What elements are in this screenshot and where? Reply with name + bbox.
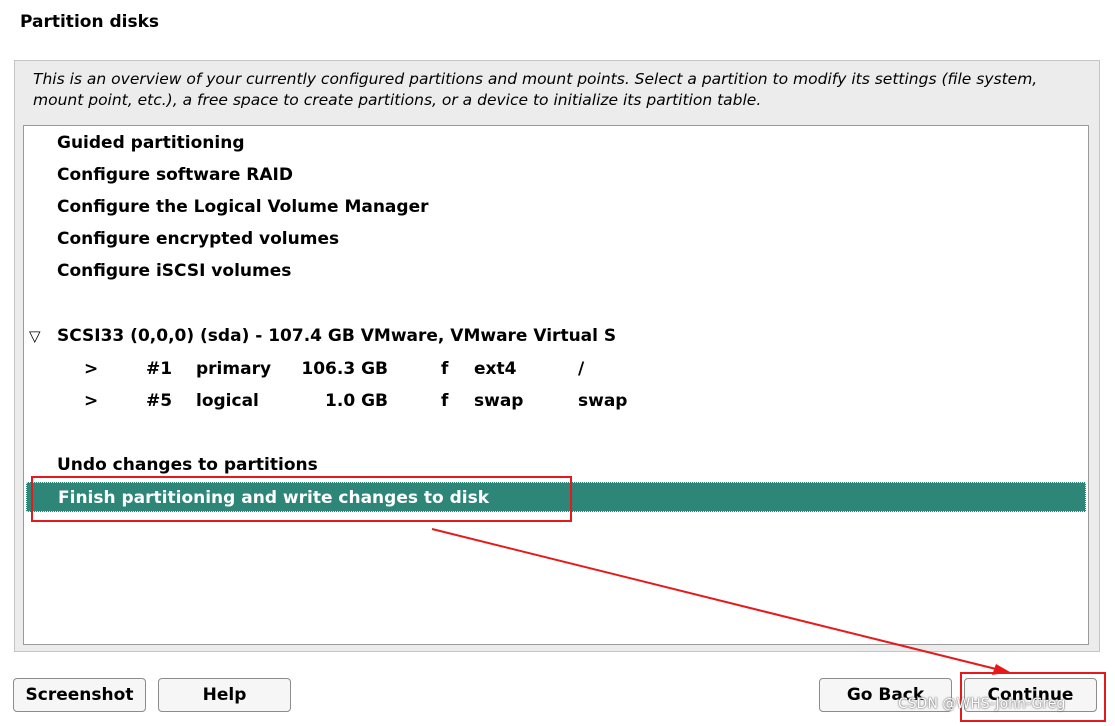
screenshot-button[interactable]: Screenshot (13, 678, 146, 712)
menu-item-iscsi-volumes[interactable]: Configure iSCSI volumes (26, 256, 1086, 286)
page-title: Partition disks (20, 12, 160, 32)
menu-item-label: Configure the Logical Volume Manager (57, 197, 429, 217)
partition-type: primary (196, 359, 272, 379)
partition-format-flag: f (441, 359, 449, 379)
menu-item-label: Configure encrypted volumes (57, 229, 340, 249)
menu-item-label: Configure iSCSI volumes (57, 261, 292, 281)
watermark: CSDN @WHS-John-Greg (898, 696, 1066, 712)
partition-format-flag: f (441, 391, 449, 411)
partition-number: #5 (146, 391, 173, 411)
partition-mount-point: / (578, 359, 585, 379)
expand-arrow-icon: > (84, 391, 99, 411)
menu-item-lvm[interactable]: Configure the Logical Volume Manager (26, 192, 1086, 222)
partition-panel: This is an overview of your currently co… (14, 60, 1100, 652)
menu-item-finish-partitioning[interactable]: Finish partitioning and write changes to… (26, 482, 1086, 512)
expand-arrow-icon: > (84, 359, 99, 379)
menu-item-label: Guided partitioning (57, 133, 245, 153)
collapse-triangle-icon[interactable]: ▽ (29, 321, 41, 351)
partition-mount-point: swap (578, 391, 628, 411)
partition-number: #1 (146, 359, 173, 379)
menu-item-label: Undo changes to partitions (57, 455, 318, 475)
partition-row-1[interactable]: > #1 primary 106.3 GB f ext4 / (26, 354, 1086, 384)
intro-text: This is an overview of your currently co… (33, 70, 1038, 109)
partition-filesystem: swap (474, 391, 524, 411)
partition-type: logical (196, 391, 259, 411)
partition-size: 106.3 GB (301, 359, 388, 379)
partition-size: 1.0 GB (325, 391, 388, 411)
disk-label: SCSI33 (0,0,0) (sda) - 107.4 GB VMware, … (57, 326, 617, 346)
partition-list[interactable]: Guided partitioning Configure software R… (23, 125, 1089, 645)
help-button[interactable]: Help (158, 678, 291, 712)
menu-item-guided-partitioning[interactable]: Guided partitioning (26, 128, 1086, 158)
partition-filesystem: ext4 (474, 359, 517, 379)
disk-row-sda[interactable]: ▽ SCSI33 (0,0,0) (sda) - 107.4 GB VMware… (26, 321, 1086, 351)
menu-item-undo-changes[interactable]: Undo changes to partitions (26, 450, 1086, 480)
menu-item-label: Configure software RAID (57, 165, 293, 185)
menu-item-software-raid[interactable]: Configure software RAID (26, 160, 1086, 190)
menu-item-label: Finish partitioning and write changes to… (58, 488, 490, 508)
menu-item-encrypted-volumes[interactable]: Configure encrypted volumes (26, 224, 1086, 254)
partition-row-5[interactable]: > #5 logical 1.0 GB f swap swap (26, 386, 1086, 416)
